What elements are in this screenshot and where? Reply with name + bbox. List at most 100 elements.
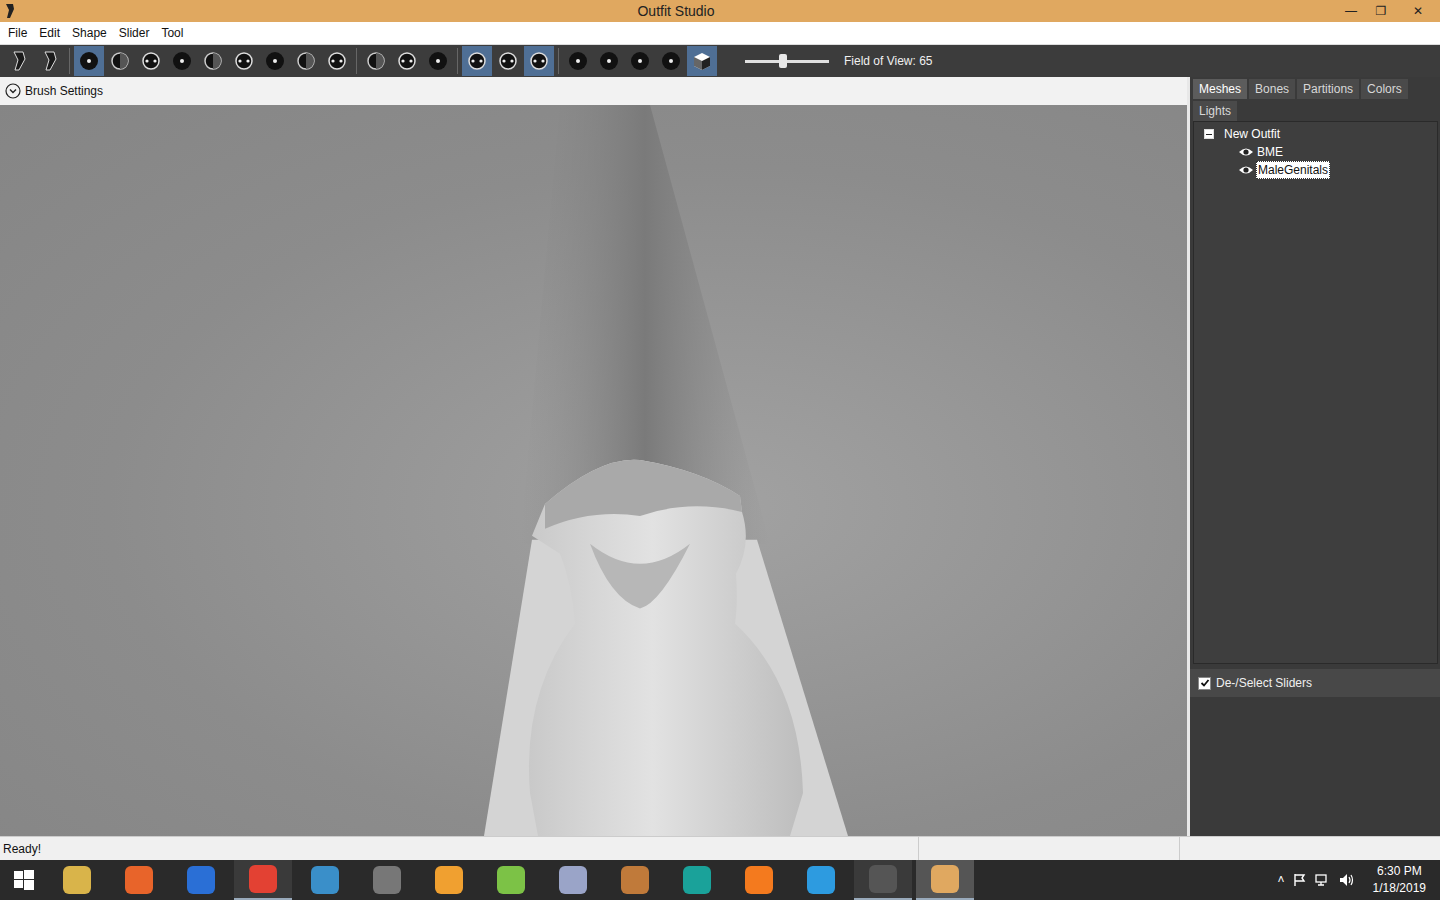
panel-tab[interactable]: Bones (1249, 79, 1295, 99)
panel-tab[interactable]: Colors (1361, 79, 1408, 99)
app-icon (373, 866, 401, 894)
sliders-list (1190, 697, 1440, 836)
select-sliders-checkbox[interactable] (1198, 677, 1211, 690)
app-icon (559, 866, 587, 894)
mesh-tree: New OutfitBMEMaleGenitals (1193, 121, 1438, 664)
app-icon (497, 866, 525, 894)
tool-button[interactable] (656, 46, 686, 76)
taskbar-app[interactable] (48, 860, 106, 900)
tool-group (361, 46, 453, 76)
taskbar-app[interactable] (234, 860, 292, 900)
tree-item[interactable]: BME (1194, 143, 1437, 161)
volume-icon[interactable] (1339, 873, 1355, 887)
tool-button[interactable] (687, 46, 717, 76)
tool-icon (295, 50, 317, 72)
tool-button[interactable] (322, 46, 352, 76)
tool-button[interactable] (74, 46, 104, 76)
taskbar-app[interactable] (854, 860, 912, 900)
tray-overflow-button[interactable]: ˄ (1278, 873, 1285, 887)
tool-button[interactable] (563, 46, 593, 76)
title-bar: Outfit Studio—❐✕ (0, 0, 1440, 22)
taskbar-app[interactable] (482, 860, 540, 900)
check-icon (1200, 678, 1210, 688)
tool-button[interactable] (594, 46, 624, 76)
window-control-button[interactable]: — (1336, 0, 1366, 22)
expander-icon[interactable] (1204, 129, 1214, 139)
tool-icon (466, 50, 488, 72)
window-control-button[interactable]: ❐ (1366, 0, 1396, 22)
tool-button[interactable] (229, 46, 259, 76)
fov-slider-thumb[interactable] (779, 54, 787, 68)
tool-button[interactable] (524, 46, 554, 76)
tool-icon (39, 50, 61, 72)
window-title: Outfit Studio (16, 3, 1336, 19)
tool-button[interactable] (198, 46, 228, 76)
tool-button[interactable] (167, 46, 197, 76)
brush-settings-bar[interactable]: Brush Settings (0, 77, 1187, 105)
tool-button[interactable] (105, 46, 135, 76)
eye-icon[interactable] (1238, 164, 1254, 176)
chevron-icon[interactable] (5, 83, 21, 99)
menu-item[interactable]: File (2, 26, 33, 40)
taskbar-app[interactable] (606, 860, 664, 900)
tool-button[interactable] (260, 46, 290, 76)
tool-button[interactable] (493, 46, 523, 76)
panel-tabs: MeshesBonesPartitionsColors Lights (1190, 77, 1440, 121)
clock[interactable]: 6:30 PM1/18/2019 (1373, 863, 1426, 897)
tool-button[interactable] (291, 46, 321, 76)
select-sliders-label: De-/Select Sliders (1216, 676, 1312, 690)
menu-item[interactable]: Shape (66, 26, 113, 40)
taskbar-app[interactable] (916, 860, 974, 900)
taskbar-app[interactable] (730, 860, 788, 900)
tool-button[interactable] (462, 46, 492, 76)
tool-button[interactable] (392, 46, 422, 76)
eye-icon[interactable] (1238, 146, 1254, 158)
menu-item[interactable]: Edit (33, 26, 66, 40)
status-cell (1179, 837, 1440, 860)
tool-icon (365, 50, 387, 72)
tool-button[interactable] (136, 46, 166, 76)
taskbar-app[interactable] (358, 860, 416, 900)
window-control-button[interactable]: ✕ (1396, 0, 1440, 22)
app-logo-icon (4, 3, 16, 19)
tool-button[interactable] (35, 46, 65, 76)
app-icon (311, 866, 339, 894)
3d-viewport[interactable] (0, 105, 1187, 836)
app-icon (63, 866, 91, 894)
tool-icon (528, 50, 550, 72)
tool-button[interactable] (423, 46, 453, 76)
sliders-header: De-/Select Sliders (1190, 669, 1440, 697)
tree-item[interactable]: MaleGenitals (1194, 161, 1437, 179)
menu-bar: FileEditShapeSliderTool (0, 22, 1440, 45)
fov-slider[interactable] (745, 51, 829, 71)
panel-tab[interactable]: Lights (1193, 101, 1237, 121)
taskbar-app[interactable] (792, 860, 850, 900)
taskbar-app[interactable] (668, 860, 726, 900)
tool-button[interactable] (361, 46, 391, 76)
tool-icon (171, 50, 193, 72)
taskbar-app[interactable] (544, 860, 602, 900)
panel-tab[interactable]: Meshes (1193, 79, 1247, 99)
taskbar-app[interactable] (172, 860, 230, 900)
taskbar-app[interactable] (420, 860, 478, 900)
tool-icon (264, 50, 286, 72)
tree-item-label: MaleGenitals (1256, 161, 1330, 179)
tree-root[interactable]: New Outfit (1194, 125, 1437, 143)
left-column: Brush Settings (0, 77, 1190, 836)
taskbar-app[interactable] (296, 860, 354, 900)
tool-button[interactable] (625, 46, 655, 76)
menu-item[interactable]: Tool (155, 26, 189, 40)
menu-item[interactable]: Slider (113, 26, 156, 40)
network-icon[interactable] (1315, 873, 1331, 887)
taskbar-app[interactable] (110, 860, 168, 900)
panel-tab[interactable]: Partitions (1297, 79, 1359, 99)
fov-label: Field of View: 65 (844, 54, 933, 68)
tool-button[interactable] (4, 46, 34, 76)
tool-group (462, 46, 554, 76)
app-icon (125, 866, 153, 894)
flag-icon[interactable] (1293, 873, 1307, 887)
app-icon (435, 866, 463, 894)
app-icon (187, 866, 215, 894)
start-button[interactable] (0, 860, 48, 900)
tool-icon (140, 50, 162, 72)
